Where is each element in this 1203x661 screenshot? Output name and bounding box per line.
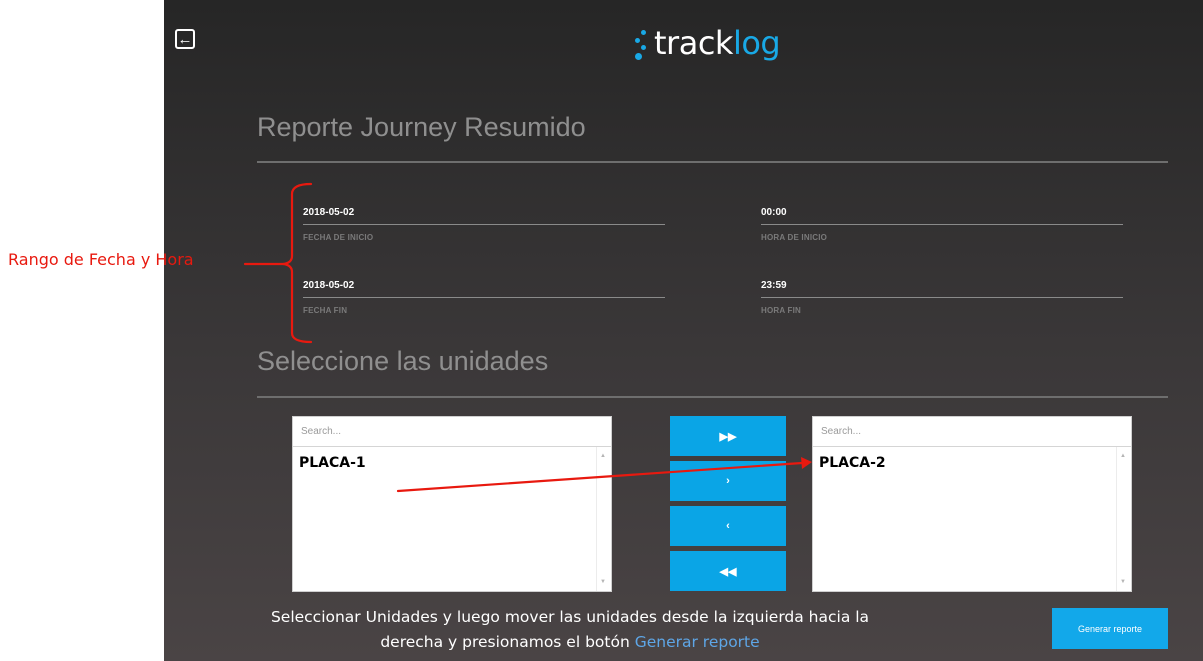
move-all-left-button[interactable]: ◀◀ — [670, 551, 786, 591]
scroll-up-icon[interactable]: ▲ — [1120, 453, 1126, 459]
move-right-button[interactable]: › — [670, 461, 786, 501]
selected-units-items: PLACA-2 ▲ ▼ — [813, 447, 1131, 591]
start-date-value[interactable]: 2018-05-02 — [303, 207, 665, 223]
field-underline — [761, 224, 1123, 225]
logo-text: tracklog — [654, 24, 781, 62]
chevron-left-icon: ‹ — [726, 520, 730, 532]
end-time-label: HORA FIN — [761, 306, 801, 315]
caption-highlight: Generar reporte — [634, 633, 760, 651]
report-title: Reporte Journey Resumido — [257, 112, 586, 142]
available-units-search-input[interactable] — [293, 417, 611, 447]
move-left-button[interactable]: ‹ — [670, 506, 786, 546]
instruction-caption: Seleccionar Unidades y luego mover las u… — [170, 605, 970, 655]
end-date-field[interactable]: 2018-05-02 FECHA FIN — [303, 280, 665, 315]
end-time-value[interactable]: 23:59 — [761, 280, 1123, 296]
double-chevron-left-icon: ◀◀ — [719, 565, 737, 578]
available-units-list: PLACA-1 ▲ ▼ — [292, 416, 612, 592]
chevron-right-icon: › — [726, 475, 730, 487]
back-button[interactable]: ← — [175, 29, 195, 49]
list-item[interactable]: PLACA-1 — [299, 455, 366, 471]
start-date-field[interactable]: 2018-05-02 FECHA DE INICIO — [303, 207, 665, 242]
available-units-items: PLACA-1 ▲ ▼ — [293, 447, 611, 591]
move-all-right-button[interactable]: ▶▶ — [670, 416, 786, 456]
caption-line-2-text: derecha y presionamos el botón — [380, 633, 630, 651]
start-time-value[interactable]: 00:00 — [761, 207, 1123, 223]
start-date-label: FECHA DE INICIO — [303, 233, 374, 242]
end-time-field[interactable]: 23:59 HORA FIN — [761, 280, 1123, 315]
tracklog-logo: tracklog — [632, 18, 781, 68]
generate-report-button[interactable]: Generar reporte — [1052, 608, 1168, 649]
end-date-value[interactable]: 2018-05-02 — [303, 280, 665, 296]
scroll-down-icon[interactable]: ▼ — [600, 579, 606, 585]
scrollbar[interactable]: ▲ ▼ — [596, 447, 611, 591]
start-time-label: HORA DE INICIO — [761, 233, 828, 242]
date-range-annotation: Rango de Fecha y Hora — [8, 250, 194, 269]
selected-units-search-input[interactable] — [813, 417, 1131, 447]
field-underline — [761, 297, 1123, 298]
start-time-field[interactable]: 00:00 HORA DE INICIO — [761, 207, 1123, 242]
arrow-left-icon: ← — [177, 30, 193, 48]
logo-text-accent: log — [732, 24, 781, 62]
units-divider — [257, 396, 1168, 398]
end-date-label: FECHA FIN — [303, 306, 348, 315]
scroll-up-icon[interactable]: ▲ — [600, 453, 606, 459]
title-divider — [257, 161, 1168, 163]
logo-dots-icon — [632, 23, 654, 63]
field-underline — [303, 224, 665, 225]
selected-units-list: PLACA-2 ▲ ▼ — [812, 416, 1132, 592]
field-underline — [303, 297, 665, 298]
scroll-down-icon[interactable]: ▼ — [1120, 579, 1126, 585]
logo-text-main: track — [654, 24, 733, 62]
scrollbar[interactable]: ▲ ▼ — [1116, 447, 1131, 591]
caption-line-1: Seleccionar Unidades y luego mover las u… — [270, 608, 870, 626]
units-title: Seleccione las unidades — [257, 346, 549, 376]
double-chevron-right-icon: ▶▶ — [719, 430, 737, 443]
list-item[interactable]: PLACA-2 — [819, 455, 886, 471]
caption-line-2: derecha y presionamos el botón Generar r… — [170, 630, 970, 655]
